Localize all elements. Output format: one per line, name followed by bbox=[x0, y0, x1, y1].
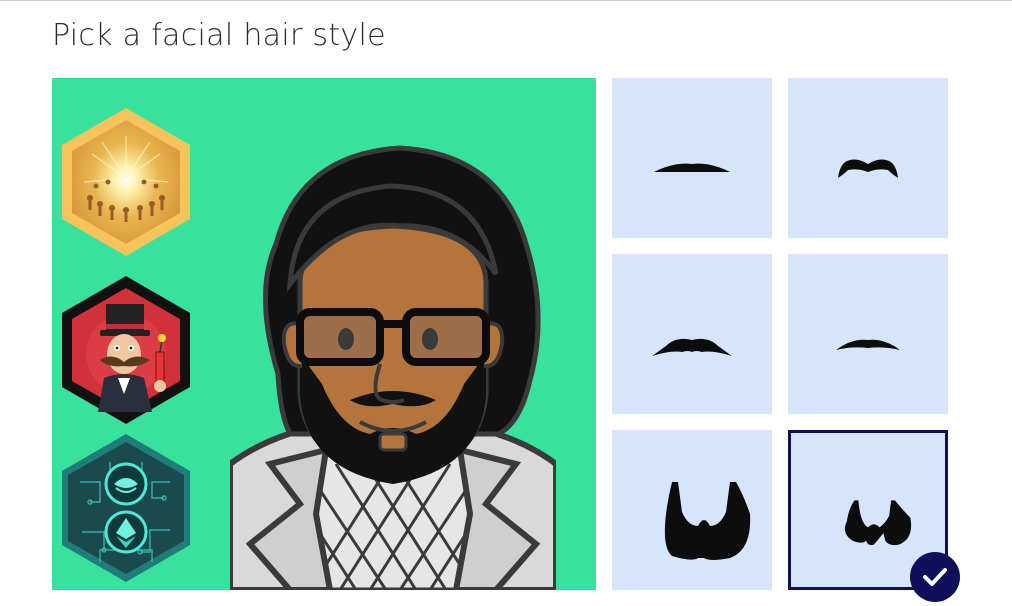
pencil-mustache-icon bbox=[836, 339, 900, 350]
style-option-1[interactable] bbox=[612, 78, 772, 238]
facial-hair-options bbox=[612, 78, 948, 590]
selected-checkmark-badge bbox=[910, 552, 960, 602]
style-option-4[interactable] bbox=[788, 254, 948, 414]
top-divider bbox=[0, 0, 1012, 1]
style-option-2[interactable] bbox=[788, 78, 948, 238]
style-option-5[interactable] bbox=[612, 430, 772, 590]
sunburst-community-badge-icon bbox=[60, 106, 192, 258]
chevron-mustache-icon bbox=[652, 338, 732, 356]
circuit-ethereum-badge-icon bbox=[60, 432, 192, 584]
magician-dynamite-badge-icon bbox=[60, 274, 192, 426]
thin-mustache-icon bbox=[654, 163, 730, 172]
full-beard-icon bbox=[664, 482, 751, 560]
style-option-3[interactable] bbox=[612, 254, 772, 414]
avatar-preview-icon bbox=[230, 134, 556, 590]
handlebar-mustache-icon bbox=[838, 159, 898, 178]
checkmark-icon bbox=[923, 568, 947, 586]
page-title: Pick a facial hair style bbox=[52, 18, 386, 53]
avatar-preview-stage bbox=[52, 78, 596, 590]
